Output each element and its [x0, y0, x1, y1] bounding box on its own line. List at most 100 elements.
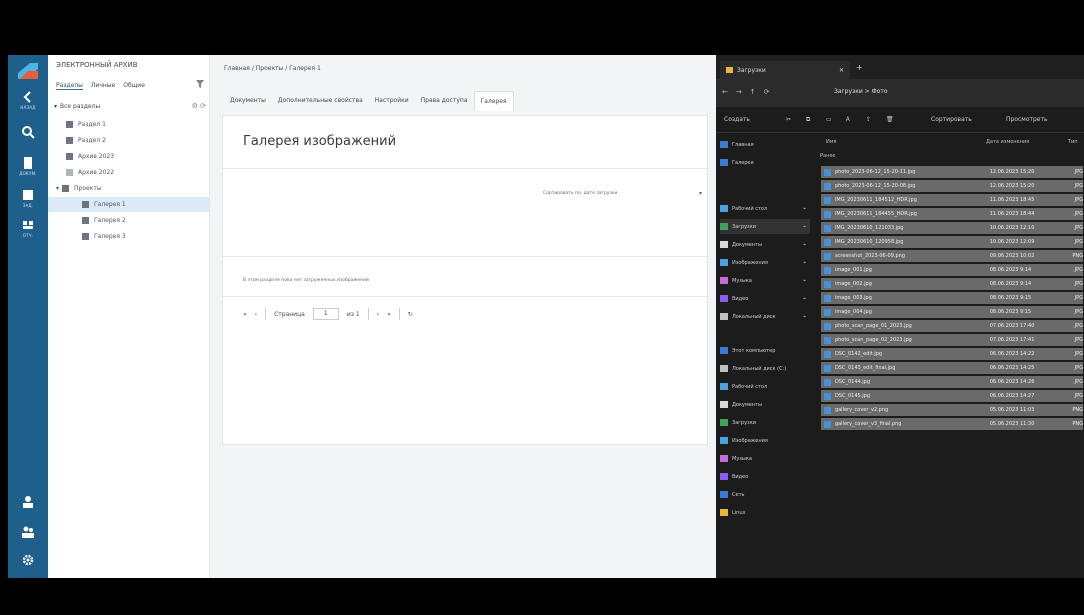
file-row[interactable]: DSC_0142_edit.jpg 06.06.2023 14:22 JPG	[820, 347, 1084, 361]
view-button[interactable]: Просмотреть	[1006, 116, 1048, 123]
nav-pane-item[interactable]: Локальный диск ⌖	[720, 309, 810, 324]
cut-icon[interactable]: ✂	[786, 116, 791, 123]
nav-pane-item-label: Linux	[732, 509, 746, 516]
file-row[interactable]: gallery_cover_v3_final.png 05.06.2023 11:…	[820, 417, 1084, 431]
copy-icon[interactable]: ⧉	[806, 116, 810, 124]
tree-item[interactable]: Раздел 1	[48, 117, 210, 132]
explorer-command-bar: Создать ✂ ⧉ ▭ Ꭺ ⇪ 🗑 Сортировать Просмотр…	[716, 107, 1084, 133]
nav-pane-item[interactable]: Музыка	[720, 451, 810, 466]
tree-tab-personal[interactable]: Личные	[91, 82, 115, 90]
nav-pane-item[interactable]: Загрузки	[720, 415, 810, 430]
sort-button[interactable]: Сортировать	[931, 116, 972, 123]
tree-item[interactable]: Раздел 2	[48, 133, 210, 148]
rail-user-button[interactable]	[8, 487, 48, 517]
filter-icon[interactable]	[196, 80, 204, 88]
rail-documents-button[interactable]: ДОКУМ.	[8, 151, 48, 181]
file-row[interactable]: image_004.jpg 08.06.2023 9:15 JPG	[820, 305, 1084, 319]
tab-gallery[interactable]: Галерея	[473, 91, 514, 111]
breadcrumb[interactable]: Главная / Проекты / Галерея 1	[224, 65, 321, 72]
folder-icon	[720, 223, 728, 230]
tab-documents[interactable]: Документы	[224, 91, 272, 111]
tree-item-selected[interactable]: Галерея 1	[48, 197, 210, 212]
chevron-down-icon: ▾	[54, 102, 58, 110]
tree-actions-icon[interactable]: ⚙ ⟳	[192, 102, 206, 110]
file-row[interactable]: photo_scan_page_01_2023.jpg 07.06.2023 17…	[820, 319, 1084, 333]
file-row[interactable]: screenshot_2023-06-09.png 09.06.2023 10:0…	[820, 249, 1084, 263]
file-row[interactable]: image_003.jpg 08.06.2023 9:15 JPG	[820, 291, 1084, 305]
nav-pane-item[interactable]: Загрузки ⌖	[720, 219, 810, 234]
nav-pane-item[interactable]: Изображения ⌖	[720, 255, 810, 270]
tab-permissions[interactable]: Права доступа	[415, 91, 474, 111]
file-type: PNG	[1072, 253, 1083, 259]
folder-icon	[720, 455, 728, 462]
file-row[interactable]: image_002.jpg 08.06.2023 9:14 JPG	[820, 277, 1084, 291]
column-date[interactable]: Дата изменения	[986, 139, 1029, 145]
nav-pane-item[interactable]: Документы	[720, 397, 810, 412]
file-row[interactable]: DSC_0145.jpg 06.06.2023 14:27 JPG	[820, 389, 1084, 403]
tree-item[interactable]: Архив 2023	[48, 149, 210, 164]
delete-icon[interactable]: 🗑	[886, 116, 894, 123]
file-row[interactable]: IMG_20230610_121033.jpg 10.06.2023 12:10 J…	[820, 221, 1084, 235]
column-type[interactable]: Тип	[1068, 139, 1078, 145]
new-button[interactable]: Создать	[724, 116, 750, 123]
file-row[interactable]: DSC_0143_edit_final.jpg 06.06.2023 14:25 J…	[820, 361, 1084, 375]
explorer-nav-buttons[interactable]: ←→↑⟳	[722, 88, 777, 96]
tree-item[interactable]: ▾ Проекты	[48, 181, 210, 196]
file-row[interactable]: IMG_20230611_184512_HDR.jpg 11.06.2023 18…	[820, 193, 1084, 207]
file-row[interactable]: photo_2023-06-12_15-20-11.jpg 12.06.2023 …	[820, 165, 1084, 179]
nav-pane-item[interactable]: Главная	[720, 137, 810, 152]
file-row[interactable]: IMG_20230611_184455_HDR.jpg 11.06.2023 18…	[820, 207, 1084, 221]
file-name: photo_scan_page_02_2023.jpg	[834, 337, 912, 343]
page-input[interactable]: 1	[312, 308, 339, 320]
nav-pane-item[interactable]: Локальный диск (C:)	[720, 361, 810, 376]
nav-pane-item[interactable]: Документы ⌖	[720, 237, 810, 252]
nav-pane-item[interactable]: Рабочий стол ⌖	[720, 201, 810, 216]
nav-pane-item[interactable]: Этот компьютер	[720, 343, 810, 358]
folder-icon	[720, 473, 728, 480]
file-row[interactable]: gallery_cover_v2.png 05.06.2023 11:03 PNG	[820, 403, 1084, 417]
nav-pane-item[interactable]: Рабочий стол	[720, 379, 810, 394]
explorer-tab[interactable]: Загрузки ✕	[720, 61, 850, 79]
close-icon[interactable]: ✕	[839, 67, 844, 74]
file-row[interactable]: DSC_0144.jpg 06.06.2023 14:26 JPG	[820, 375, 1084, 389]
chevron-down-icon[interactable]: ▾	[699, 190, 702, 197]
rename-icon[interactable]: Ꭺ	[846, 116, 850, 124]
tab-properties[interactable]: Дополнительные свойства	[272, 91, 369, 111]
file-row[interactable]: IMG_20230610_120958.jpg 10.06.2023 12:09 J…	[820, 235, 1084, 249]
tree-item[interactable]: Архив 2022	[48, 165, 210, 180]
rail-back-button[interactable]: НАЗАД	[8, 85, 48, 115]
sort-select[interactable]: Сортировать по: дате загрузки	[543, 191, 617, 196]
tree-tab-shared[interactable]: Общие	[123, 82, 145, 90]
tree-tab-sections[interactable]: Разделы	[56, 82, 83, 90]
tree-root-row[interactable]: ▾ Все разделы ⚙ ⟳	[54, 99, 206, 113]
file-row[interactable]: image_001.jpg 08.06.2023 9:14 JPG	[820, 263, 1084, 277]
refresh-button[interactable]: ↻	[408, 311, 413, 318]
tree-item[interactable]: Галерея 2	[48, 213, 210, 228]
new-tab-button[interactable]: +	[856, 63, 863, 72]
share-icon[interactable]: ⇪	[866, 116, 871, 123]
prev-page-button[interactable]: ‹	[255, 311, 257, 318]
last-page-button[interactable]: »	[387, 311, 391, 318]
rail-search-button[interactable]	[8, 117, 48, 147]
folder-icon	[720, 419, 728, 426]
nav-pane-item[interactable]: Видео	[720, 469, 810, 484]
rail-users-button[interactable]	[8, 517, 48, 547]
rail-reports-button[interactable]: ОТЧ.	[8, 213, 48, 243]
tab-settings[interactable]: Настройки	[369, 91, 415, 111]
nav-pane-item[interactable]: Галерея	[720, 155, 810, 170]
nav-pane-item[interactable]: Видео ⌖	[720, 291, 810, 306]
column-name[interactable]: Имя	[826, 139, 837, 145]
nav-pane-item[interactable]: Изображения	[720, 433, 810, 448]
rail-settings-button[interactable]	[8, 545, 48, 575]
file-row[interactable]: photo_scan_page_02_2023.jpg 07.06.2023 17…	[820, 333, 1084, 347]
file-row[interactable]: photo_2023-06-12_15-20-08.jpg 12.06.2023 …	[820, 179, 1084, 193]
address-path[interactable]: Загрузки > Фото	[834, 88, 888, 95]
first-page-button[interactable]: «	[243, 311, 247, 318]
paste-icon[interactable]: ▭	[826, 116, 832, 123]
tree-item[interactable]: Галерея 3	[48, 229, 210, 244]
next-page-button[interactable]: ›	[377, 311, 379, 318]
nav-pane-item[interactable]: Сеть	[720, 487, 810, 502]
nav-pane-item[interactable]: Музыка ⌖	[720, 273, 810, 288]
rail-tasks-button[interactable]: ЗАД.	[8, 183, 48, 213]
nav-pane-item[interactable]: Linux	[720, 505, 810, 520]
